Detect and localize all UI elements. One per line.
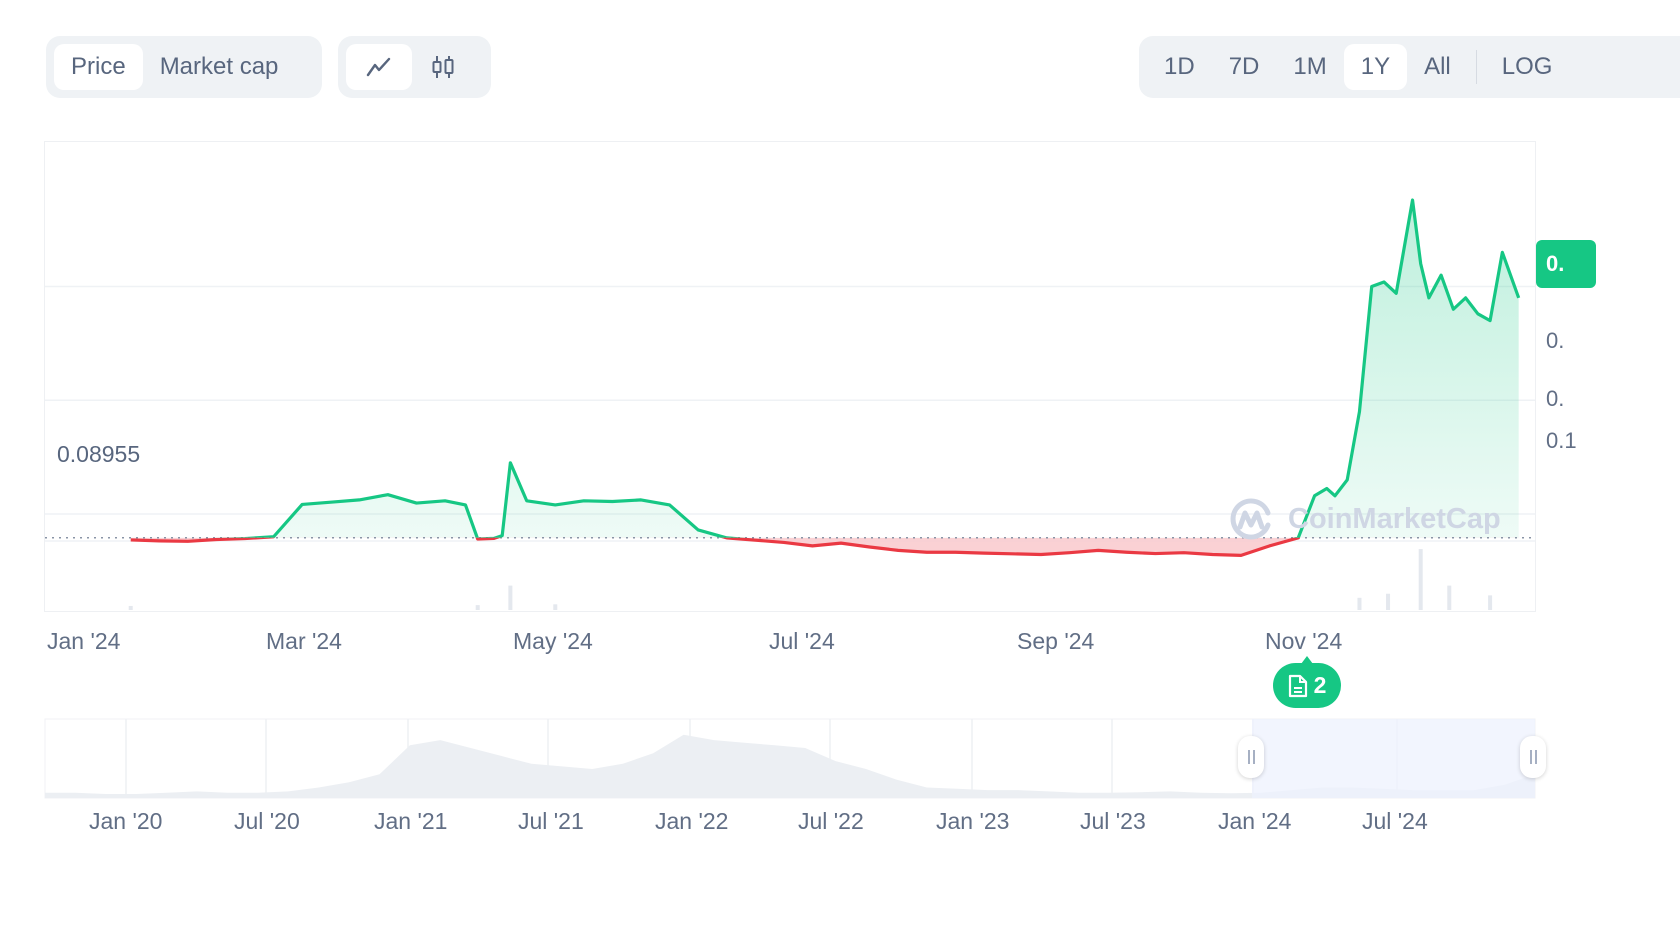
x-tick-label: Mar '24 [266, 628, 342, 654]
x-tick-label: Jan '24 [47, 628, 121, 654]
document-icon [1288, 674, 1307, 697]
volume-bar [1386, 593, 1391, 610]
navigator-right-handle[interactable] [1520, 736, 1546, 778]
x-tick-label: Jul '24 [769, 628, 835, 654]
volume-bar [1418, 549, 1423, 610]
volume-bar [1447, 585, 1452, 610]
navigator-tick-label: Jan '24 [1218, 808, 1292, 834]
y-tick-label: 0. [1546, 386, 1565, 412]
navigator-tick-label: Jan '20 [89, 808, 163, 834]
volume-bar [1488, 595, 1493, 610]
x-tick-label: Sep '24 [1017, 628, 1095, 654]
coinmarketcap-logo-icon [1230, 498, 1271, 540]
y-tick-label: 0.1 [1546, 428, 1577, 453]
current-price-badge: 0. [1536, 240, 1596, 288]
volume-bar [128, 605, 133, 610]
navigator-tick-label: Jul '22 [798, 808, 864, 834]
volume-bar [1357, 597, 1362, 610]
watermark: CoinMarketCap [1228, 495, 1501, 543]
watermark-text: CoinMarketCap [1288, 502, 1501, 535]
navigator-tick-label: Jul '20 [234, 808, 300, 834]
navigator-tick-label: Jul '24 [1362, 808, 1428, 834]
news-event-count: 2 [1313, 672, 1327, 698]
navigator-tick-label: Jan '21 [374, 808, 448, 834]
volume-bar [553, 604, 558, 610]
navigator-tick-label: Jan '22 [655, 808, 729, 834]
x-tick-label: Nov '24 [1265, 628, 1343, 654]
navigator-left-handle[interactable] [1238, 736, 1264, 778]
range-navigator[interactable] [45, 718, 1535, 798]
volume-bar [508, 585, 513, 610]
navigator-tick-label: Jul '23 [1080, 808, 1146, 834]
navigator-tick-label: Jan '23 [936, 808, 1010, 834]
baseline-price-label: 0.08955 [57, 441, 145, 468]
volume-bar [475, 605, 480, 610]
navigator-tick-label: Jul '21 [518, 808, 584, 834]
x-tick-label: May '24 [513, 628, 593, 654]
y-tick-label: 0. [1546, 328, 1565, 353]
price-chart [44, 198, 1536, 799]
news-event-badge[interactable]: 2 [1273, 656, 1341, 708]
